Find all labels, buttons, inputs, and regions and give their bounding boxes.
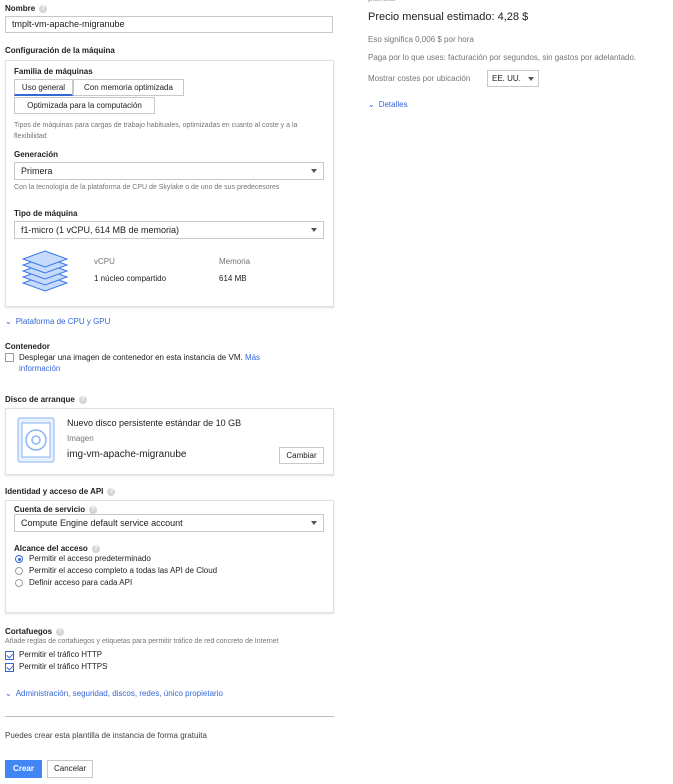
help-icon[interactable]: ? — [78, 395, 87, 404]
name-label: Nombre? — [5, 4, 48, 13]
help-icon[interactable]: ? — [91, 544, 100, 553]
boot-disk-image-value: img-vm-apache-migranube — [67, 449, 187, 460]
radio-default-access-label: Permitir el acceso predeterminado — [29, 554, 151, 563]
radio-full-access[interactable] — [15, 567, 23, 575]
service-account-value: Compute Engine default service account — [21, 518, 183, 528]
help-icon[interactable]: ? — [107, 487, 116, 496]
details-link[interactable]: ⌄ Detalles — [368, 100, 408, 109]
name-input[interactable]: tmplt-vm-apache-migranube — [5, 16, 333, 33]
dropdown-arrow-icon — [528, 77, 534, 81]
chevron-down-icon: ⌄ — [5, 689, 12, 698]
disk-icon — [17, 417, 55, 463]
machine-type-value: f1-micro (1 vCPU, 614 MB de memoria) — [21, 225, 180, 235]
radio-default-access[interactable] — [15, 555, 23, 563]
change-disk-button[interactable]: Cambiar — [279, 447, 324, 464]
divider — [5, 716, 334, 717]
access-scope-label: Alcance del acceso? — [14, 544, 100, 553]
help-icon[interactable]: ? — [39, 4, 48, 13]
pricing-cut-text: plantilla — [368, 0, 395, 3]
location-select[interactable]: EE. UU. — [487, 70, 539, 87]
cpu-platform-link[interactable]: ⌄ Plataforma de CPU y GPU — [5, 317, 110, 326]
machine-stack-icon — [21, 250, 69, 292]
free-template-note: Puedes crear esta plantilla de instancia… — [5, 731, 207, 740]
https-checkbox[interactable] — [5, 663, 14, 672]
tab-general-purpose[interactable]: Uso general — [14, 79, 73, 96]
radio-full-access-label: Permitir el acceso completo a todas las … — [29, 566, 218, 575]
monthly-price-title: Precio mensual estimado: 4,28 $ — [368, 11, 529, 23]
machine-type-label: Tipo de máquina — [14, 209, 78, 218]
name-input-value: tmplt-vm-apache-migranube — [12, 19, 125, 29]
dropdown-arrow-icon — [311, 521, 317, 525]
chevron-down-icon: ⌄ — [5, 317, 12, 326]
boot-disk-title: Nuevo disco persistente estándar de 10 G… — [67, 418, 242, 428]
create-button[interactable]: Crear — [5, 760, 42, 778]
hourly-price-text: Eso significa 0,006 $ por hora — [368, 35, 474, 44]
location-value: EE. UU. — [492, 74, 521, 83]
advanced-options-link[interactable]: ⌄ Administración, seguridad, discos, rede… — [5, 689, 223, 698]
memory-header: Memoria — [219, 257, 251, 266]
memory-value: 614 MB — [219, 274, 247, 283]
radio-per-api-access-label: Definir acceso para cada API — [29, 578, 133, 587]
generation-select[interactable]: Primera — [14, 162, 324, 180]
https-checkbox-label: Permitir el tráfico HTTPS — [19, 662, 108, 671]
machine-family-label: Familia de máquinas — [14, 67, 93, 76]
chevron-down-icon: ⌄ — [368, 100, 375, 109]
container-checkbox[interactable] — [5, 353, 14, 362]
firewall-description: Añade reglas de cortafuegos y etiquetas … — [5, 638, 279, 645]
radio-per-api-access[interactable] — [15, 579, 23, 587]
vcpu-value: 1 núcleo compartido — [94, 274, 167, 283]
http-checkbox-label: Permitir el tráfico HTTP — [19, 650, 103, 659]
vcpu-header: vCPU — [94, 257, 115, 266]
boot-disk-label: Disco de arranque? — [5, 395, 87, 404]
location-label: Mostrar costes por ubicación — [368, 74, 471, 83]
billing-text: Paga por lo que uses: facturación por se… — [368, 53, 637, 62]
boot-disk-image-label: Imagen — [67, 434, 94, 443]
tab-compute-optimized[interactable]: Optimizada para la computación — [14, 97, 155, 114]
container-label: Contenedor — [5, 342, 50, 351]
more-info-link[interactable]: Más — [245, 353, 260, 362]
service-account-label: Cuenta de servicio? — [14, 505, 98, 514]
machine-config-title: Configuración de la máquina — [5, 46, 115, 55]
container-text: Desplegar una imagen de contenedor en es… — [19, 353, 261, 373]
generation-label: Generación — [14, 150, 59, 159]
help-icon[interactable]: ? — [56, 627, 65, 636]
dropdown-arrow-icon — [311, 228, 317, 232]
family-description: Tipos de máquinas para cargas de trabajo… — [14, 122, 298, 140]
tab-memory-optimized[interactable]: Con memoria optimizada — [73, 79, 184, 96]
firewall-label: Cortafuegos? — [5, 627, 65, 636]
service-account-select[interactable]: Compute Engine default service account — [14, 514, 324, 532]
dropdown-arrow-icon — [311, 169, 317, 173]
http-checkbox[interactable] — [5, 651, 14, 660]
cancel-button[interactable]: Cancelar — [47, 760, 93, 778]
generation-value: Primera — [21, 166, 53, 176]
machine-type-select[interactable]: f1-micro (1 vCPU, 614 MB de memoria) — [14, 221, 324, 239]
identity-label: Identidad y acceso de API? — [5, 487, 116, 496]
more-info-link-cont[interactable]: información — [19, 364, 60, 373]
help-icon[interactable]: ? — [89, 505, 98, 514]
generation-description: Con la tecnología de la plataforma de CP… — [14, 184, 280, 191]
